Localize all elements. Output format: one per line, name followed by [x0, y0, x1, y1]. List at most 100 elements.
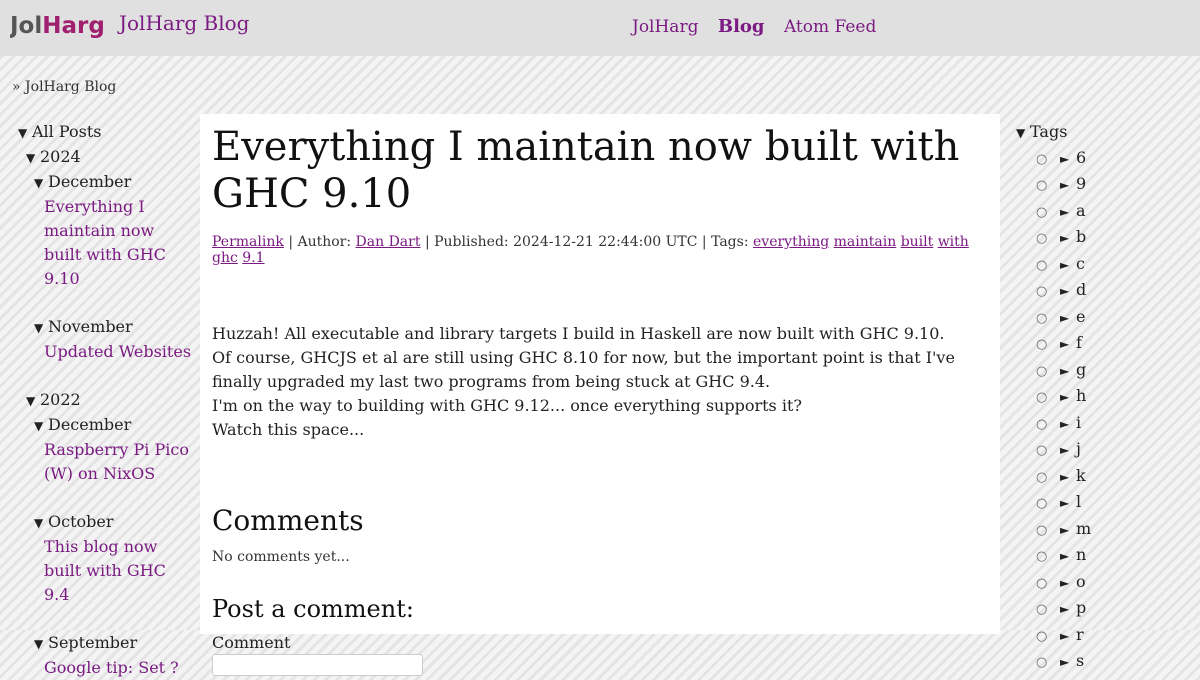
site-title-link[interactable]: JolHarg Blog [119, 11, 249, 35]
breadcrumb-separator: » [12, 79, 21, 95]
collapsed-triangle-icon: ► [1060, 363, 1070, 378]
collapsed-triangle-icon: ► [1060, 284, 1070, 298]
tag-group-letter: h [1076, 386, 1087, 405]
tag-group-letter: b [1076, 227, 1087, 246]
svg-text:JolHarg: JolHarg [10, 13, 105, 39]
archive-year-toggle[interactable]: ▼ 2022 [0, 388, 196, 413]
tag-group-toggle[interactable]: ○ ► m [1016, 517, 1200, 544]
published-date: 2024-12-21 22:44:00 UTC [513, 234, 698, 250]
tag-group-toggle[interactable]: ○ ► k [1016, 464, 1200, 491]
tag-link[interactable]: maintain [834, 234, 897, 250]
tag-group-letter: r [1076, 624, 1084, 644]
tag-group-toggle[interactable]: ○ ► p [1016, 596, 1200, 623]
author-link[interactable]: Dan Dart [356, 234, 421, 250]
expanded-triangle-icon: ▼ [1016, 126, 1026, 140]
nav-link-blog[interactable]: Blog [718, 16, 765, 37]
tag-group-letter: c [1076, 253, 1085, 273]
tag-link[interactable]: built [901, 234, 934, 250]
site-logo[interactable]: JolHarg [10, 8, 110, 40]
tag-group-letter: p [1076, 598, 1087, 617]
circle-bullet-icon: ○ [1036, 496, 1048, 511]
circle-bullet-icon: ○ [1036, 204, 1048, 220]
collapsed-triangle-icon: ► [1060, 310, 1070, 325]
tag-group-toggle[interactable]: ○ ► i [1016, 411, 1200, 438]
tag-group-toggle[interactable]: ○ ► d [1016, 278, 1200, 305]
tag-group-toggle[interactable]: ○ ► h [1016, 384, 1200, 411]
tag-link[interactable]: ghc [212, 250, 238, 266]
circle-bullet-icon: ○ [1036, 151, 1048, 167]
tag-group-toggle[interactable]: ○ ► g [1016, 358, 1200, 385]
post-title: Everything I maintain now built with GHC… [212, 124, 960, 217]
tag-group-toggle[interactable]: ○ ► f [1016, 331, 1200, 358]
tags-label: Tags: [711, 234, 749, 250]
collapsed-triangle-icon: ► [1060, 231, 1070, 245]
collapsed-triangle-icon: ► [1060, 204, 1070, 219]
tag-group-letter: a [1076, 200, 1086, 220]
nav-link-jolharg[interactable]: JolHarg [632, 17, 698, 37]
archive-root-toggle[interactable]: ▼ All Posts [0, 120, 196, 145]
top-navigation: JolHarg Blog Atom Feed [632, 16, 890, 37]
breadcrumb-link-blog[interactable]: JolHarg Blog [25, 79, 116, 95]
tag-link[interactable]: everything [753, 234, 829, 250]
tag-group-toggle[interactable]: ○ ► o [1016, 570, 1200, 597]
post-paragraph: Huzzah! All executable and library targe… [212, 324, 945, 343]
circle-bullet-icon: ○ [1036, 363, 1048, 379]
archive-month-toggle[interactable]: ▼ December [0, 413, 196, 438]
tags-sidebar: ▼ Tags ○ ► 6 ○ ► 9 ○ ► a ○ ► b ○ ► c ○ ► d ○ ► e ○ ► f ○ ► g ○ ► h ○ ► i ○… [1016, 120, 1200, 676]
circle-bullet-icon: ○ [1036, 390, 1048, 405]
nav-link-atom-feed[interactable]: Atom Feed [784, 17, 876, 37]
tags-toggle[interactable]: ▼ Tags [1016, 120, 1200, 146]
post-body: Huzzah! All executable and library targe… [212, 322, 988, 442]
tag-group-letter: g [1076, 359, 1087, 379]
tag-group-toggle[interactable]: ○ ► a [1016, 199, 1200, 226]
collapsed-triangle-icon: ► [1060, 469, 1070, 484]
permalink-link[interactable]: Permalink [212, 234, 284, 250]
collapsed-triangle-icon: ► [1060, 549, 1070, 563]
circle-bullet-icon: ○ [1036, 655, 1048, 670]
tag-group-toggle[interactable]: ○ ► n [1016, 543, 1200, 570]
tag-group-toggle[interactable]: ○ ► c [1016, 252, 1200, 279]
expanded-triangle-icon: ▼ [26, 394, 36, 408]
post-comment-heading: Post a comment: [212, 595, 414, 623]
tag-link[interactable]: 9.1 [242, 250, 264, 266]
archive-post-link[interactable]: Google tip: Set ? [44, 658, 179, 677]
expanded-triangle-icon: ▼ [34, 516, 44, 530]
tag-group-letter: d [1076, 280, 1087, 299]
archive-month-toggle[interactable]: ▼ December [0, 170, 196, 195]
published-label: Published: [434, 234, 509, 250]
collapsed-triangle-icon: ► [1060, 628, 1070, 643]
tag-link[interactable]: with [938, 234, 969, 250]
circle-bullet-icon: ○ [1036, 628, 1048, 644]
archive-month-toggle[interactable]: ▼ September [0, 631, 196, 656]
tag-group-toggle[interactable]: ○ ► 6 [1016, 146, 1200, 173]
tag-group-letter: 9 [1076, 174, 1087, 193]
circle-bullet-icon: ○ [1036, 602, 1048, 617]
comments-heading: Comments [212, 504, 364, 537]
circle-bullet-icon: ○ [1036, 310, 1048, 326]
top-bar: JolHarg JolHarg Blog JolHarg Blog Atom F… [0, 0, 1200, 56]
tag-group-toggle[interactable]: ○ ► l [1016, 490, 1200, 517]
archive-month-toggle[interactable]: ▼ November [0, 315, 196, 340]
tag-group-toggle[interactable]: ○ ► r [1016, 623, 1200, 650]
archive-post-link[interactable]: This blog now built with GHC 9.4 [44, 537, 166, 604]
archive-month-toggle[interactable]: ▼ October [0, 510, 196, 535]
tag-group-toggle[interactable]: ○ ► 9 [1016, 172, 1200, 199]
article-panel: Everything I maintain now built with GHC… [200, 114, 1000, 676]
tag-group-toggle[interactable]: ○ ► e [1016, 305, 1200, 332]
archive-year-toggle[interactable]: ▼ 2024 [0, 145, 196, 170]
circle-bullet-icon: ○ [1036, 284, 1048, 299]
comment-input[interactable] [212, 654, 423, 676]
tag-group-letter: 6 [1076, 147, 1087, 167]
collapsed-triangle-icon: ► [1060, 522, 1070, 537]
tag-group-toggle[interactable]: ○ ► b [1016, 225, 1200, 252]
post-paragraph: Watch this space... [212, 420, 365, 439]
tag-group-toggle[interactable]: ○ ► j [1016, 437, 1200, 464]
tag-group-toggle[interactable]: ○ ► s [1016, 649, 1200, 676]
expanded-triangle-icon: ▼ [18, 126, 28, 140]
collapsed-triangle-icon: ► [1060, 416, 1070, 431]
archive-post-link[interactable]: Everything I maintain now built with GHC… [44, 197, 166, 288]
archive-post-link[interactable]: Updated Websites [44, 342, 191, 361]
tag-group-letter: s [1076, 651, 1085, 670]
circle-bullet-icon: ○ [1036, 575, 1048, 591]
archive-post-link[interactable]: Raspberry Pi Pico (W) on NixOS [44, 440, 189, 483]
